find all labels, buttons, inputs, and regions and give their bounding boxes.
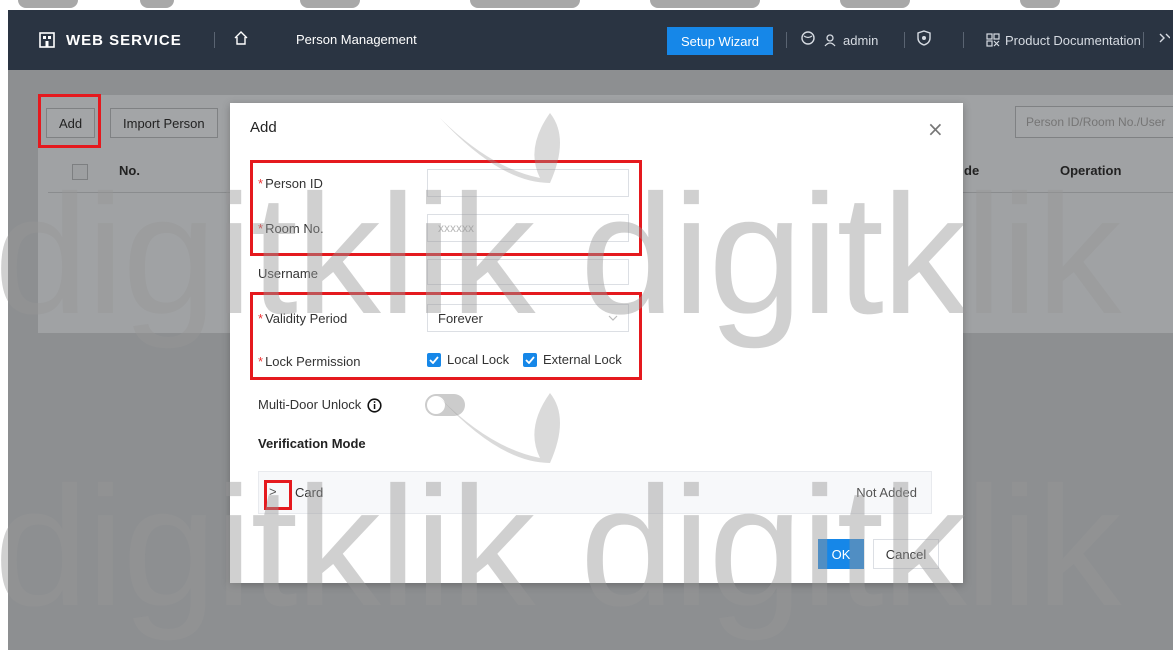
header-divider	[214, 32, 215, 48]
header-title: Person Management	[296, 32, 417, 47]
person-id-input[interactable]	[427, 169, 629, 197]
globe-icon[interactable]	[800, 30, 816, 46]
column-header-no: No.	[119, 163, 140, 178]
room-no-label: * Room No.	[258, 221, 324, 236]
add-person-dialog: Add × *Person ID *Room No. Username *Val…	[230, 103, 963, 583]
grid-icon	[986, 33, 1000, 47]
verification-card-row[interactable]: > Card Not Added	[258, 471, 932, 514]
shield-icon[interactable]	[916, 30, 932, 46]
username-label: Username	[258, 266, 318, 281]
local-lock-checkbox[interactable]: Local Lock	[427, 352, 509, 367]
person-search-input[interactable]	[1015, 106, 1173, 138]
brand-name: WEB SERVICE	[66, 31, 182, 49]
required-marker: *	[258, 221, 264, 236]
brand: WEB SERVICE	[38, 10, 182, 70]
info-icon[interactable]	[367, 398, 382, 413]
external-lock-label: External Lock	[543, 352, 622, 367]
required-marker: *	[258, 354, 264, 369]
header-divider	[786, 32, 787, 48]
home-icon[interactable]	[233, 30, 249, 46]
card-status: Not Added	[856, 485, 917, 500]
external-lock-checkbox[interactable]: External Lock	[523, 352, 622, 367]
dialog-title: Add	[250, 119, 277, 136]
checkbox-checked-icon	[523, 352, 537, 367]
room-no-input[interactable]	[427, 214, 629, 242]
building-icon	[39, 32, 55, 48]
chevron-down-icon	[608, 315, 618, 321]
card-label: Card	[295, 485, 324, 500]
column-header-operation: Operation	[1060, 163, 1122, 178]
user-menu[interactable]: admin	[823, 10, 878, 70]
product-documentation-link[interactable]: Product Documentation	[986, 10, 1141, 70]
validity-period-select[interactable]: Forever	[427, 304, 629, 332]
header-divider	[1143, 32, 1144, 48]
column-header-verification-mode: de	[964, 163, 980, 178]
local-lock-label: Local Lock	[447, 352, 510, 367]
validity-period-value: Forever	[438, 310, 483, 326]
ok-button[interactable]: OK	[818, 539, 864, 569]
close-icon[interactable]: ×	[927, 117, 944, 141]
multi-door-unlock-toggle[interactable]	[425, 394, 465, 416]
header-divider	[904, 32, 905, 48]
required-marker: *	[258, 311, 264, 326]
toggle-knob	[427, 396, 445, 414]
user-name: admin	[843, 32, 879, 48]
user-icon	[824, 34, 836, 47]
validity-period-label: * Validity Period	[258, 311, 348, 326]
required-marker: *	[258, 176, 264, 191]
setup-wizard-button[interactable]: Setup Wizard	[667, 27, 773, 55]
select-all-checkbox[interactable]	[72, 164, 88, 180]
import-person-button[interactable]: Import Person	[110, 108, 218, 138]
top-strip	[0, 0, 1173, 10]
add-person-button[interactable]: Add	[46, 108, 96, 138]
chevron-right-icon[interactable]: >	[269, 484, 277, 499]
fullscreen-icon[interactable]	[1158, 30, 1170, 46]
username-input[interactable]	[427, 259, 629, 285]
cancel-button[interactable]: Cancel	[873, 539, 939, 569]
checkbox-checked-icon	[427, 352, 441, 367]
person-id-label: * Person ID	[258, 176, 323, 191]
header-divider	[963, 32, 964, 48]
top-header: WEB SERVICE Person Management Setup Wiza…	[8, 10, 1173, 70]
product-documentation-label: Product Documentation	[1005, 32, 1141, 48]
lock-permission-label: * Lock Permission	[258, 354, 361, 369]
multi-door-unlock-label: Multi-Door Unlock	[258, 397, 382, 413]
verification-mode-title: Verification Mode	[258, 436, 366, 451]
